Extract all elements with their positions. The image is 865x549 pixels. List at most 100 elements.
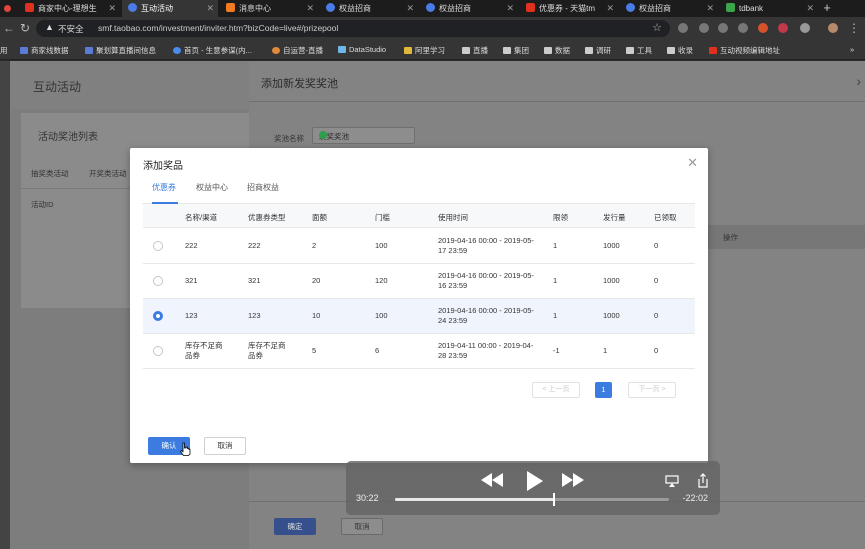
- bookmark-item[interactable]: 商家线数据: [20, 45, 69, 56]
- pagination-page-button[interactable]: 1: [595, 382, 612, 398]
- row-radio-checked[interactable]: [153, 311, 163, 321]
- scrubber-handle[interactable]: [552, 493, 555, 506]
- video-player-controls: 30:22 -22:02: [346, 461, 720, 515]
- bookmark-folder[interactable]: 调研: [585, 45, 611, 56]
- profile-avatar[interactable]: [828, 23, 838, 33]
- bookmark-folder[interactable]: 直播: [462, 45, 488, 56]
- browser-tab-active[interactable]: 互动活动 ✕: [122, 0, 218, 17]
- cell-claimed: 0: [654, 241, 659, 250]
- close-tab-icon[interactable]: ✕: [306, 0, 314, 17]
- bookmark-item[interactable]: 用: [0, 45, 8, 56]
- browser-tab[interactable]: 权益招商 ✕: [322, 0, 418, 17]
- bookmark-item[interactable]: 互动视频编辑地址: [709, 45, 780, 56]
- page-title: 互动活动: [33, 80, 82, 94]
- scrubber-track[interactable]: [395, 493, 669, 506]
- drawer-cancel-button[interactable]: 取消: [341, 518, 383, 535]
- tab-benefit-center[interactable]: 权益中心: [196, 182, 228, 193]
- cell-amount: 2: [312, 241, 317, 250]
- bookmark-folder[interactable]: 收录: [667, 45, 693, 56]
- rewind-icon[interactable]: [481, 473, 503, 487]
- cell-time: 2019-04-11 00:00 - 2019-04-28 23:59: [438, 341, 534, 360]
- drawer-confirm-button[interactable]: 确定: [274, 518, 316, 535]
- bookmark-item[interactable]: 首页 - 生意参谋(内...: [173, 45, 252, 56]
- table-row[interactable]: 321 321 20 120 2019-04-16 00:00 - 2019-0…: [143, 264, 695, 299]
- close-icon[interactable]: ✕: [687, 155, 698, 171]
- table-row[interactable]: 222 222 2 100 2019-04-16 00:00 - 2019-05…: [143, 229, 695, 264]
- drawer-title: 添加新发奖奖池: [261, 78, 338, 90]
- close-tab-icon[interactable]: ✕: [108, 0, 116, 17]
- pagination-next-button[interactable]: 下一页 >: [628, 382, 676, 398]
- new-tab-button[interactable]: +: [820, 0, 834, 17]
- window-controls[interactable]: [4, 5, 11, 12]
- column-operations: 操作: [723, 233, 738, 242]
- extension-icon[interactable]: [800, 23, 810, 33]
- extension-icon[interactable]: [778, 23, 788, 33]
- scrubber-fill: [395, 498, 554, 501]
- play-icon[interactable]: [524, 471, 544, 491]
- tab-lottery-activity[interactable]: 抽奖类活动: [31, 168, 69, 179]
- workbench-icon: [326, 3, 335, 12]
- cell-claimed: 0: [654, 346, 659, 355]
- airplay-icon[interactable]: [665, 475, 679, 487]
- column-header: 已领取: [654, 213, 677, 222]
- tab-investment-benefit[interactable]: 招商权益: [247, 182, 279, 193]
- share-icon[interactable]: [697, 473, 709, 488]
- browser-tab[interactable]: 优惠券 - 天猫tm ✕: [522, 0, 618, 17]
- fast-forward-icon[interactable]: [562, 473, 584, 487]
- cell-type: 库存不足商品券: [248, 341, 286, 360]
- browser-tab[interactable]: 权益招商 ✕: [422, 0, 518, 17]
- reload-icon[interactable]: ↻: [20, 21, 30, 35]
- pool-name-input[interactable]: 发奖奖池: [312, 127, 415, 144]
- table-row[interactable]: 库存不足商品券 库存不足商品券 5 6 2019-04-11 00:00 - 2…: [143, 334, 695, 369]
- cell-amount: 5: [312, 346, 317, 355]
- cell-threshold: 100: [375, 241, 388, 250]
- close-tab-icon[interactable]: ✕: [206, 0, 214, 17]
- browser-tab[interactable]: 商家中心-理想生 ✕: [25, 0, 120, 17]
- table-row-selected[interactable]: 123 123 10 100 2019-04-16 00:00 - 2019-0…: [143, 299, 695, 334]
- security-label: 不安全: [58, 24, 84, 34]
- close-tab-icon[interactable]: ✕: [606, 0, 614, 17]
- close-tab-icon[interactable]: ✕: [406, 0, 414, 17]
- bookmark-favicon-icon: [173, 47, 181, 54]
- browser-tab[interactable]: tdbank ✕: [722, 0, 818, 17]
- bookmark-favicon-icon: [338, 46, 346, 53]
- extension-icon[interactable]: [699, 23, 709, 33]
- warning-icon: ▲: [45, 22, 54, 32]
- bookmark-folder[interactable]: 数据: [544, 45, 570, 56]
- row-radio[interactable]: [153, 276, 163, 286]
- extension-icon[interactable]: [678, 23, 688, 33]
- bookmark-item[interactable]: 阿里学习: [404, 45, 445, 56]
- url-text[interactable]: smf.taobao.com/investment/inviter.htm?bi…: [98, 23, 338, 33]
- extension-icon[interactable]: [718, 23, 728, 33]
- cell-time: 2019-04-16 00:00 - 2019-05-16 23:59: [438, 271, 534, 290]
- drawer-close-chevron-icon[interactable]: ›: [856, 73, 861, 89]
- extension-icon[interactable]: [758, 23, 768, 33]
- close-tab-icon[interactable]: ✕: [706, 0, 714, 17]
- bookmark-folder[interactable]: 集团: [503, 45, 529, 56]
- cell-limit: -1: [553, 346, 560, 355]
- bookmark-star-icon[interactable]: ☆: [652, 21, 662, 34]
- pagination-prev-button[interactable]: < 上一页: [532, 382, 580, 398]
- cell-threshold: 100: [375, 311, 388, 320]
- bookmark-item[interactable]: DataStudio: [338, 45, 386, 54]
- cell-claimed: 0: [654, 311, 659, 320]
- add-prize-dialog: 添加奖品 ✕ 优惠券 权益中心 招商权益 名称/渠道 优惠券类型 面额 门槛 使…: [130, 148, 708, 463]
- extension-icon[interactable]: [738, 23, 748, 33]
- bookmarks-overflow-icon[interactable]: »: [850, 45, 854, 54]
- bookmark-item[interactable]: 自运营-直播: [272, 45, 323, 56]
- tab-coupon[interactable]: 优惠券: [152, 182, 176, 193]
- back-arrow-icon[interactable]: ←: [3, 21, 15, 35]
- browser-tab[interactable]: 权益招商 ✕: [622, 0, 718, 17]
- menu-kebab-icon[interactable]: ⋮: [848, 21, 860, 35]
- close-tab-icon[interactable]: ✕: [806, 0, 814, 17]
- bookmark-folder[interactable]: 工具: [626, 45, 652, 56]
- tab-draw-activity[interactable]: 开奖类活动: [89, 168, 127, 179]
- dialog-cancel-button[interactable]: 取消: [204, 437, 246, 455]
- close-tab-icon[interactable]: ✕: [506, 0, 514, 17]
- row-radio[interactable]: [153, 241, 163, 251]
- browser-tab[interactable]: 消息中心 ✕: [222, 0, 318, 17]
- column-header: 名称/渠道: [185, 213, 218, 222]
- bookmark-item[interactable]: 聚划算直播间信息: [85, 45, 156, 56]
- address-bar[interactable]: ▲ 不安全 smf.taobao.com/investment/inviter.…: [36, 20, 670, 37]
- row-radio[interactable]: [153, 346, 163, 356]
